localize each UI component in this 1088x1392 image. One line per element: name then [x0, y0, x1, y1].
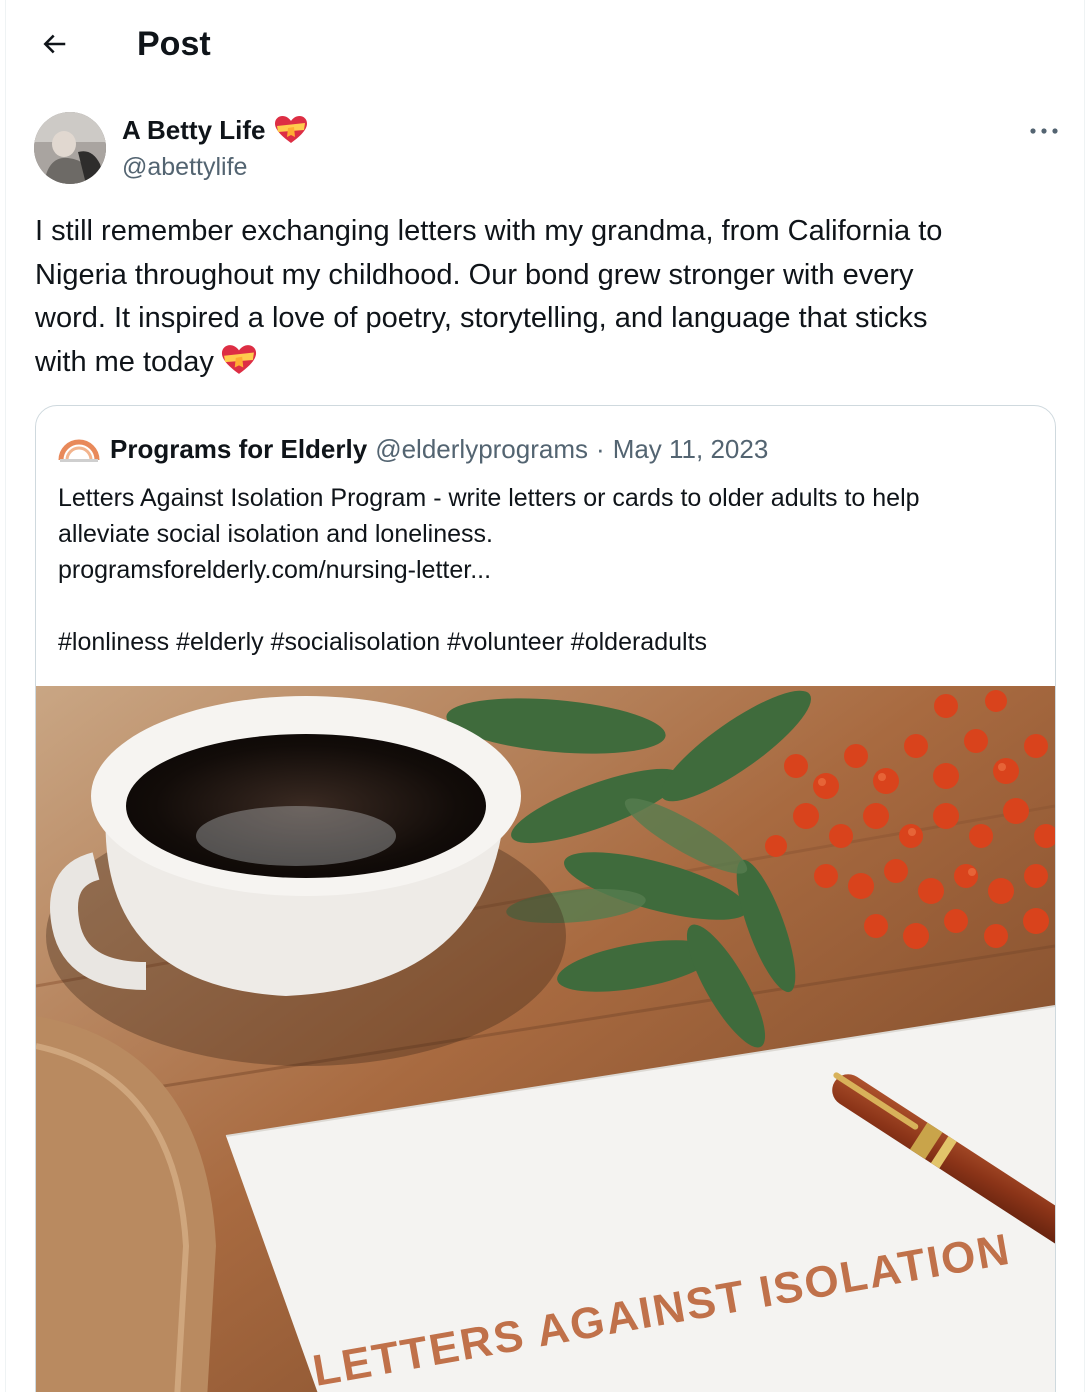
- coffee-letter-photo: LETTERS AGAINST ISOLATION: [36, 686, 1055, 1392]
- quoted-author-name: Programs for Elderly: [110, 434, 368, 464]
- quoted-post-header: Programs for Elderly @elderlyprograms · …: [58, 432, 768, 466]
- tweet-body: I still remember exchanging letters with…: [35, 215, 943, 378]
- tweet-text: I still remember exchanging letters with…: [35, 210, 1045, 384]
- heart-with-ribbon-icon: [274, 116, 307, 143]
- avatar-photo: [34, 112, 106, 184]
- quoted-post-date[interactable]: May 11, 2023: [613, 432, 769, 466]
- heart-with-ribbon-icon: [221, 344, 256, 374]
- author-name-text: A Betty Life: [122, 115, 266, 145]
- author-name[interactable]: A Betty Life: [122, 112, 308, 148]
- more-options-button[interactable]: [1022, 114, 1066, 148]
- quoted-post-image[interactable]: LETTERS AGAINST ISOLATION: [36, 686, 1055, 1392]
- page-title: Post: [137, 25, 211, 63]
- author-handle[interactable]: @abettylife: [122, 150, 247, 184]
- quoted-author-handle: @elderlyprograms: [375, 434, 589, 464]
- arrow-left-icon: [43, 34, 66, 54]
- avatar[interactable]: [34, 112, 106, 184]
- post-header: Post: [6, 0, 1084, 88]
- more-horizontal-icon: [1030, 128, 1058, 134]
- back-button[interactable]: [32, 22, 76, 66]
- programs-logo-icon: [58, 439, 100, 462]
- post-column: Post A Betty Life @abettylife I still re…: [5, 0, 1085, 1392]
- quoted-post[interactable]: Programs for Elderly @elderlyprograms · …: [35, 405, 1056, 1392]
- separator-dot: ·: [596, 434, 605, 464]
- quoted-post-text: Letters Against Isolation Program - writ…: [58, 484, 920, 656]
